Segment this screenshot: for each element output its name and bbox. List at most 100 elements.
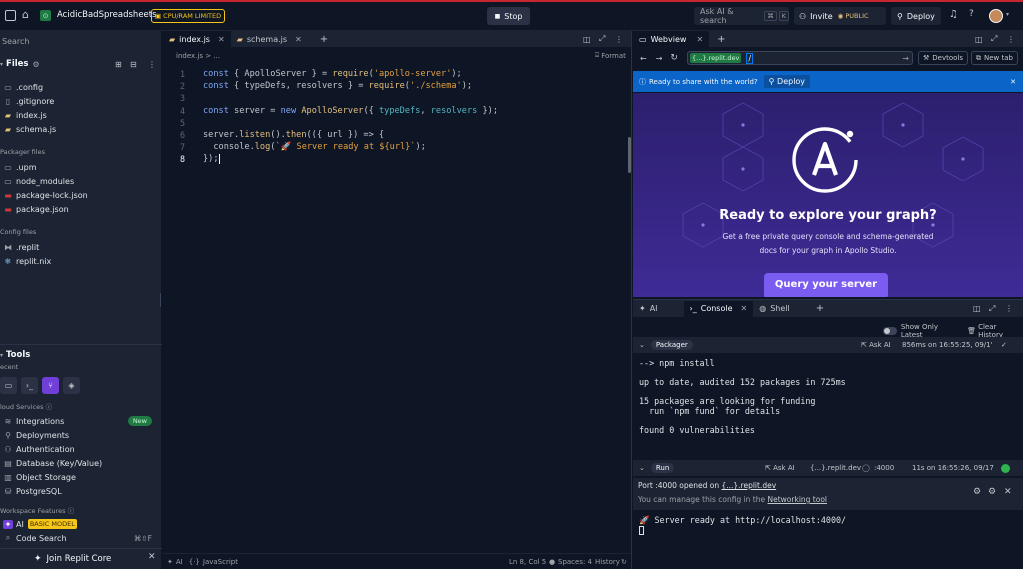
- chevron-down-icon[interactable]: ▾: [0, 352, 3, 359]
- sidebar-item-integrations[interactable]: ≋ Integrations New: [0, 414, 160, 428]
- sidebar-item-node-modules[interactable]: ▭ node_modules: [0, 174, 160, 188]
- tab-webview[interactable]: ▭ Webview ✕: [633, 31, 710, 47]
- new-file-icon[interactable]: ⊞: [115, 60, 122, 69]
- trash-icon[interactable]: 🗑: [967, 327, 976, 335]
- sidebar-item-deployments[interactable]: ⚲ Deployments: [0, 428, 160, 442]
- close-icon[interactable]: ✕: [1004, 487, 1012, 497]
- chevron-down-icon[interactable]: ⌄: [639, 341, 645, 349]
- join-replit-core-button[interactable]: ✦ Join Replit Core: [34, 552, 111, 566]
- bell-icon[interactable]: ♫: [949, 9, 958, 20]
- sidebar-item-gitignore[interactable]: ▯ .gitignore: [0, 94, 160, 108]
- sidebar-toggle-icon[interactable]: [5, 10, 16, 21]
- url-input[interactable]: {...}.replit.dev / →: [687, 51, 913, 65]
- search-input[interactable]: Search: [2, 34, 160, 48]
- tab-ai[interactable]: ✦ AI: [633, 301, 664, 317]
- line-number: 4: [179, 105, 185, 116]
- status-language[interactable]: JavaScript: [203, 558, 238, 566]
- settings-icon[interactable]: ⚙: [32, 60, 39, 69]
- sidebar-item-database-key-value[interactable]: ▤ Database (Key/Value): [0, 456, 160, 470]
- tab-schema-js[interactable]: ▰ schema.js ✕: [231, 31, 308, 47]
- close-tab-icon[interactable]: ✕: [295, 35, 302, 44]
- networking-tool-link[interactable]: Networking tool: [768, 495, 828, 504]
- history-button[interactable]: History: [595, 558, 620, 566]
- ask-ai-button[interactable]: ⇱ Ask AI: [861, 341, 891, 349]
- tab-console[interactable]: ›_ Console ✕: [683, 300, 754, 317]
- split-pane-icon[interactable]: ◫: [975, 35, 983, 44]
- more-icon[interactable]: ⋮: [1005, 304, 1013, 313]
- ask-ai-search[interactable]: Ask AI & search ⌘ K: [694, 7, 789, 25]
- devtools-button[interactable]: ⚒ Devtools: [918, 51, 969, 65]
- cpu-limit-badge[interactable]: ▣ CPU/RAM LIMITED: [151, 9, 226, 23]
- hero-subtitle-2: docs for your graph in Apollo Studio.: [759, 246, 897, 255]
- code-area[interactable]: const { ApolloServer } = require('apollo…: [203, 68, 623, 166]
- more-icon[interactable]: ⋮: [615, 35, 623, 44]
- port-link[interactable]: {...}.replit.dev: [721, 481, 776, 490]
- sidebar-item-package-lock-json[interactable]: ▬ package-lock.json: [0, 188, 160, 202]
- forward-icon[interactable]: →: [656, 54, 663, 63]
- preview-tool-icon[interactable]: ▭: [0, 376, 17, 394]
- new-folder-icon[interactable]: ⊟: [130, 60, 137, 69]
- chevron-down-icon[interactable]: ▾: [1006, 11, 1009, 18]
- sidebar-item-config[interactable]: ▭ .config: [0, 80, 160, 94]
- chevron-down-icon[interactable]: ⌄: [639, 464, 645, 472]
- stop-button[interactable]: ■ Stop: [487, 7, 530, 25]
- go-icon[interactable]: →: [902, 54, 909, 63]
- settings-icon[interactable]: ⚙: [973, 487, 981, 497]
- add-tab-icon[interactable]: +: [816, 303, 824, 314]
- sidebar-item-object-storage[interactable]: ▥ Object Storage: [0, 470, 160, 484]
- secrets-tool-icon[interactable]: ◈: [63, 376, 80, 394]
- reload-icon[interactable]: ↻: [670, 53, 678, 63]
- line-number: 5: [179, 117, 185, 128]
- tab-index-js[interactable]: ▰ index.js ✕: [163, 31, 231, 47]
- close-tab-icon[interactable]: ✕: [696, 35, 703, 44]
- resize-handle[interactable]: [160, 293, 161, 307]
- sidebar-item-replit[interactable]: ⧓ .replit: [0, 240, 160, 254]
- expand-icon[interactable]: ⤢: [991, 34, 997, 44]
- query-server-button[interactable]: Query your server: [764, 273, 888, 297]
- expand-icon[interactable]: ⤢: [989, 304, 995, 314]
- close-tab-icon[interactable]: ✕: [741, 304, 748, 313]
- shell-tool-icon[interactable]: ›_: [21, 376, 38, 394]
- git-tool-icon[interactable]: ⑂: [42, 376, 59, 394]
- banner-deploy-button[interactable]: ⚲ Deploy: [763, 75, 811, 88]
- project-name[interactable]: AcidicBadSpreadsheets: [57, 10, 157, 20]
- home-icon[interactable]: ⌂: [22, 8, 29, 21]
- breadcrumb[interactable]: index.js > ...: [176, 52, 220, 60]
- sidebar-item-replit-nix[interactable]: ❄ replit.nix: [0, 254, 160, 268]
- gear-icon[interactable]: ⚙: [988, 487, 996, 497]
- back-icon[interactable]: ←: [640, 54, 647, 63]
- close-tab-icon[interactable]: ✕: [218, 35, 225, 44]
- avatar[interactable]: [989, 9, 1003, 23]
- close-icon[interactable]: ✕: [148, 552, 156, 562]
- status-ai[interactable]: AI: [176, 558, 183, 566]
- scrollbar[interactable]: [628, 137, 631, 173]
- add-tab-icon[interactable]: +: [717, 34, 725, 45]
- sidebar-item-upm[interactable]: ▭ .upm: [0, 160, 160, 174]
- show-latest-toggle[interactable]: [883, 327, 897, 335]
- sidebar-item-authentication[interactable]: ⚇ Authentication: [0, 442, 160, 456]
- sidebar-item-index-js[interactable]: ▰ index.js: [0, 108, 160, 122]
- sidebar-item-postgresql[interactable]: ⛁ PostgreSQL: [0, 484, 160, 498]
- new-tab-button[interactable]: ⧉ New tab: [971, 51, 1018, 65]
- cursor-position[interactable]: Ln 8, Col 5: [509, 558, 546, 566]
- expand-icon[interactable]: ⤢: [599, 34, 605, 44]
- indent-setting[interactable]: Spaces: 4: [558, 558, 592, 566]
- ask-ai-button[interactable]: ⇱ Ask AI: [765, 464, 795, 472]
- help-icon[interactable]: ?: [969, 9, 974, 19]
- deploy-button[interactable]: ⚲ Deploy: [891, 7, 941, 25]
- more-icon[interactable]: ⋮: [1007, 35, 1015, 44]
- sidebar-item-ai[interactable]: ✦ AI BASIC MODEL: [0, 517, 160, 531]
- split-pane-icon[interactable]: ◫: [583, 35, 591, 44]
- add-tab-icon[interactable]: +: [320, 34, 328, 45]
- url-bar-row: ← → ↻ {...}.replit.dev / → ⚒ Devtools ⧉ Ne…: [633, 50, 1023, 66]
- format-button[interactable]: ⌹ Format: [595, 51, 626, 60]
- split-pane-icon[interactable]: ◫: [973, 304, 981, 313]
- close-icon[interactable]: ✕: [1010, 78, 1016, 86]
- more-icon[interactable]: ⋮: [148, 60, 156, 69]
- invite-button[interactable]: ⚇ Invite ◉ PUBLIC: [794, 7, 886, 25]
- chevron-down-icon[interactable]: ▾: [0, 61, 3, 68]
- sidebar-item-package-json[interactable]: ▬ package.json: [0, 202, 160, 216]
- sidebar-item-code-search[interactable]: ⌕ Code Search ⌘⇧F: [0, 531, 160, 545]
- sidebar-item-schema-js[interactable]: ▰ schema.js: [0, 122, 160, 136]
- tab-shell[interactable]: ◍ Shell: [753, 301, 796, 317]
